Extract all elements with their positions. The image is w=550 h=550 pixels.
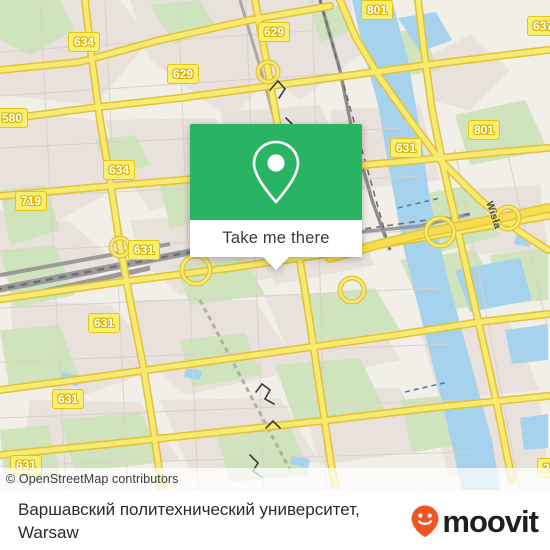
moovit-logo[interactable]: moovit — [410, 503, 539, 539]
place-name: Варшавский политехнический университет, … — [18, 498, 418, 544]
screenshot-root: 634 629 629 801 637 580 634 801 631 719 … — [0, 0, 550, 550]
road-shield: 801 — [361, 0, 394, 20]
place-name-line2: Warsaw — [18, 523, 79, 542]
popup-pointer-tail — [263, 257, 289, 270]
popup-image-area — [190, 124, 362, 220]
place-name-line1: Варшавский политехнический университет, — [18, 500, 360, 519]
road-shield: 631 — [390, 138, 423, 158]
road-shield: 634 — [68, 32, 101, 52]
road-shield: 637 — [527, 16, 550, 36]
road-shield: 631 — [128, 240, 161, 260]
popup-action-area[interactable]: Take me there — [190, 220, 362, 270]
road-shield: 631 — [88, 313, 121, 333]
osm-attribution[interactable]: © OpenStreetMap contributors — [0, 468, 550, 490]
road-shield: 580 — [0, 108, 29, 128]
road-shield: 634 — [103, 160, 136, 180]
take-me-there-label: Take me there — [222, 229, 330, 247]
road-shield: 801 — [468, 120, 501, 140]
road-shield: 629 — [167, 64, 200, 84]
moovit-smiley-pin-icon — [411, 505, 439, 537]
location-popup-card[interactable]: Take me there — [190, 124, 362, 270]
road-shield: 631 — [52, 389, 85, 409]
osm-attribution-text: © OpenStreetMap contributors — [6, 472, 179, 486]
caption-bar: Варшавский политехнический университет, … — [0, 490, 550, 550]
map-pin-icon — [252, 140, 300, 204]
road-shield: 629 — [258, 22, 291, 42]
road-shield: 719 — [15, 191, 48, 211]
moovit-wordmark: moovit — [442, 503, 539, 539]
